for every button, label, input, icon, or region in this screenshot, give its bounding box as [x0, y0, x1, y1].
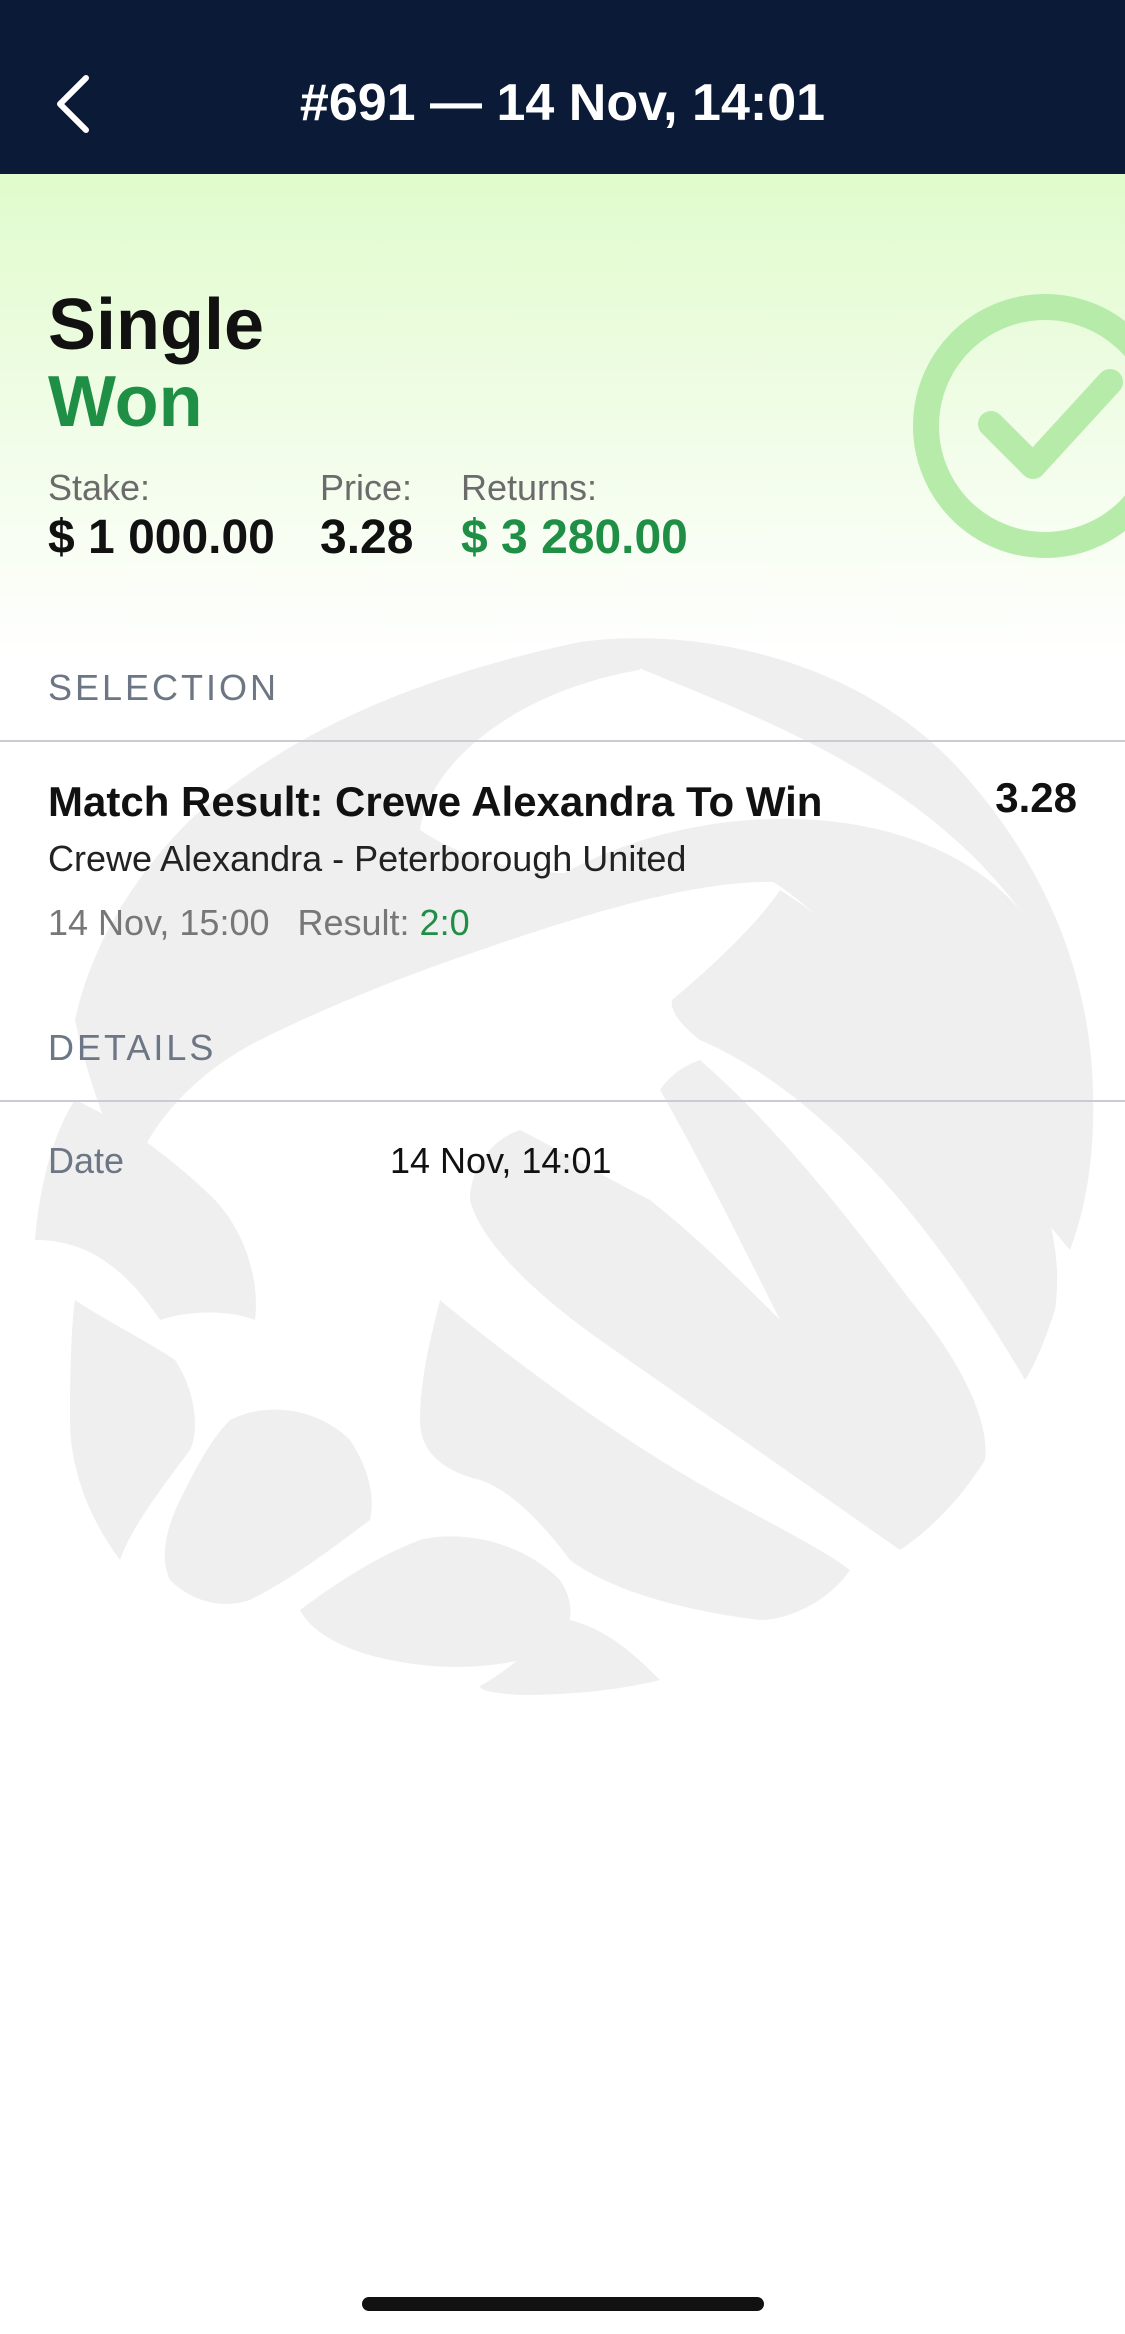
selection-odds: 3.28 — [995, 774, 1077, 821]
divider — [0, 740, 1125, 742]
selection-heading: SELECTION — [48, 667, 280, 708]
selection-event: Crewe Alexandra - Peterborough United — [48, 838, 687, 879]
returns-value: $ 3 280.00 — [461, 511, 688, 564]
returns-label: Returns: — [461, 467, 598, 508]
navigation-bar: #691 — 14 Nov, 14:01 — [0, 0, 1125, 174]
divider — [0, 1100, 1125, 1102]
selection-market: Match Result: Crewe Alexandra To Win — [48, 778, 823, 825]
stake-value: $ 1 000.00 — [48, 511, 275, 564]
selection-datetime: 14 Nov, 15:00 — [48, 902, 270, 943]
detail-date-value: 14 Nov, 14:01 — [390, 1140, 612, 1181]
selection-meta: 14 Nov, 15:00 Result: 2:0 — [48, 902, 470, 944]
result-value: 2:0 — [419, 902, 470, 943]
details-heading: DETAILS — [48, 1027, 217, 1068]
bet-details: Single Won Stake: $ 1 000.00 Price: 3.28… — [0, 0, 1125, 2334]
bet-type: Single — [48, 285, 265, 365]
price-value: 3.28 — [320, 511, 414, 564]
home-indicator[interactable] — [362, 2297, 764, 2311]
detail-date-label: Date — [48, 1140, 125, 1181]
stake-label: Stake: — [48, 467, 151, 508]
price-label: Price: — [320, 467, 413, 508]
page-title: #691 — 14 Nov, 14:01 — [299, 74, 826, 132]
bet-status: Won — [48, 362, 203, 442]
checkmark-circle-icon — [913, 294, 1125, 558]
result-label: Result: — [297, 902, 410, 943]
